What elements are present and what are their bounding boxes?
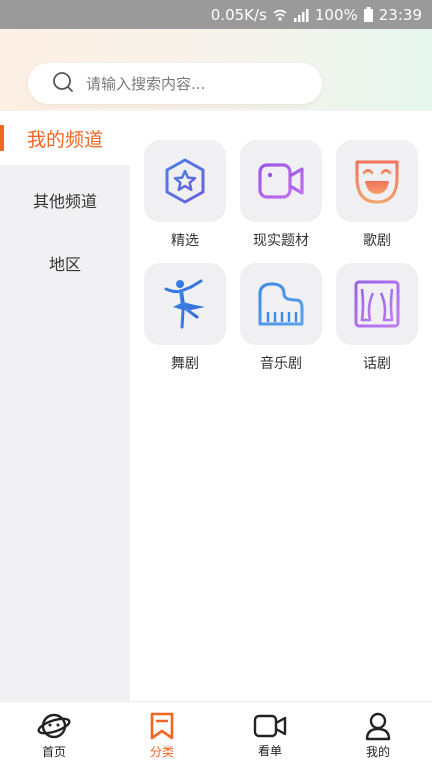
search-icon (52, 71, 74, 97)
category-tile (336, 140, 418, 222)
sidebar-item-label: 我的频道 (26, 128, 103, 151)
sidebar-item-label: 地区 (48, 255, 81, 274)
category-dance-drama[interactable]: 舞剧 (144, 263, 226, 373)
category-label: 音乐剧 (260, 356, 302, 372)
tab-mine[interactable]: 我的 (324, 702, 432, 769)
tab-home[interactable]: 首页 (0, 702, 108, 769)
search-placeholder: 请输入搜索内容... (86, 75, 206, 93)
signal-icon (293, 8, 309, 22)
star-hexagon-icon (165, 158, 205, 204)
category-tile (144, 140, 226, 222)
tab-label: 分类 (149, 745, 174, 759)
category-label: 现实题材 (253, 233, 309, 249)
category-opera[interactable]: 歌剧 (336, 140, 418, 250)
tab-label: 我的 (365, 745, 390, 759)
bookmark-icon (150, 712, 174, 740)
bottom-tab-bar: 首页 分类 看单 我的 (0, 701, 432, 769)
battery-percent: 100% (314, 5, 358, 24)
sidebar-item-other-channels[interactable]: 其他频道 (0, 173, 130, 227)
category-drama[interactable]: 话剧 (336, 263, 418, 373)
ballet-dancer-icon (164, 279, 205, 329)
sidebar-item-region[interactable]: 地区 (0, 236, 130, 290)
category-label: 歌剧 (363, 233, 391, 249)
category-label: 精选 (171, 233, 199, 249)
category-tile (144, 263, 226, 345)
tab-label: 看单 (257, 744, 282, 758)
category-tile (240, 140, 322, 222)
tab-category[interactable]: 分类 (108, 702, 216, 769)
battery-icon (363, 7, 373, 22)
piano-icon (258, 282, 304, 326)
user-icon (365, 712, 391, 741)
sidebar-item-my-channels[interactable]: 我的频道 (0, 111, 130, 165)
category-realistic[interactable]: 现实题材 (240, 140, 322, 250)
video-icon (253, 714, 287, 738)
network-speed: 0.05K/s (210, 5, 267, 24)
channel-sidebar: 我的频道 其他频道 地区 (0, 111, 130, 701)
category-label: 舞剧 (171, 356, 199, 372)
theater-mask-icon (355, 160, 399, 204)
video-camera-icon (258, 163, 304, 199)
category-tile (336, 263, 418, 345)
tab-label: 首页 (41, 745, 66, 759)
sidebar-item-label: 其他频道 (32, 192, 97, 211)
tab-watchlist[interactable]: 看单 (216, 702, 324, 769)
stage-curtain-icon (354, 280, 400, 328)
category-musical[interactable]: 音乐剧 (240, 263, 322, 373)
clock: 23:39 (378, 5, 422, 24)
category-featured[interactable]: 精选 (144, 140, 226, 250)
category-tile (240, 263, 322, 345)
category-label: 话剧 (363, 356, 391, 372)
search-bar[interactable]: 请输入搜索内容... (28, 63, 322, 104)
planet-icon (37, 713, 71, 739)
wifi-icon (273, 8, 287, 22)
status-bar: 0.05K/s 100% 23:39 (0, 0, 432, 29)
active-indicator (0, 125, 4, 151)
